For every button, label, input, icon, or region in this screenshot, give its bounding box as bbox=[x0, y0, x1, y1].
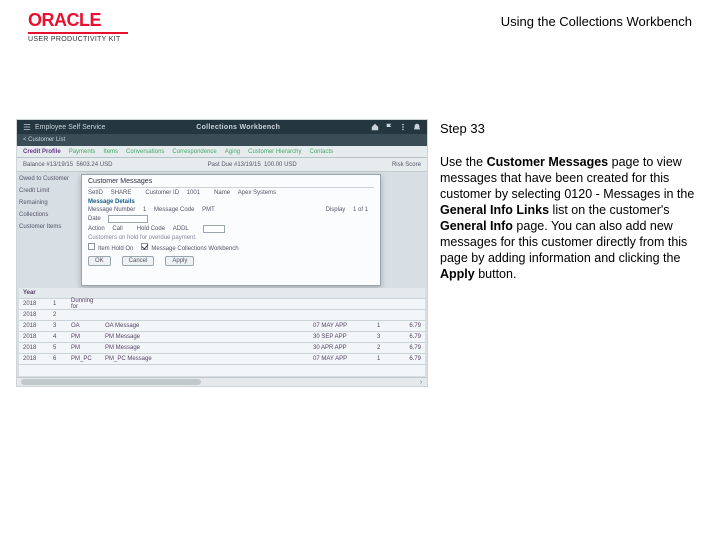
pastdue-label: Past Due #13/19/15 bbox=[208, 162, 261, 168]
app-topbar: Employee Self Service Collections Workbe… bbox=[17, 120, 427, 134]
oracle-bar bbox=[28, 32, 128, 34]
scroll-thumb bbox=[21, 379, 201, 385]
desc-bold: General Info Links bbox=[440, 203, 549, 217]
apply-button: Apply bbox=[165, 256, 194, 266]
msgcode-value: PMT bbox=[202, 207, 215, 213]
display-value: 1 of 1 bbox=[353, 207, 368, 213]
item-hold-checkbox bbox=[88, 243, 95, 250]
custname-label: Name bbox=[214, 190, 230, 196]
tab-correspondence: Correspondence bbox=[172, 149, 216, 155]
pastdue-value: 100.00 USD bbox=[264, 162, 297, 168]
table-row: 20185PMPM Message30 APR APP26.79 bbox=[19, 343, 425, 354]
desc-text: list on the customer's bbox=[549, 203, 670, 217]
oracle-logo: ORACLE bbox=[28, 10, 128, 31]
hold-hint: Customers on hold for overdue payment. bbox=[88, 235, 197, 241]
cust-label: Customer Items bbox=[19, 224, 79, 230]
msgno-value: 1 bbox=[143, 207, 146, 213]
topbar-left-label: Employee Self Service bbox=[35, 124, 105, 131]
step-label: Step 33 bbox=[440, 121, 700, 136]
cancel-button: Cancel bbox=[122, 256, 155, 266]
balance-label: Balance #13/19/15 bbox=[23, 162, 73, 168]
summary-band: Balance #13/19/15 5603.24 USD Past Due #… bbox=[17, 158, 427, 172]
extra-input bbox=[203, 225, 225, 233]
app-screenshot: Employee Self Service Collections Workbe… bbox=[16, 119, 428, 387]
remain-label: Remaining bbox=[19, 200, 79, 206]
custname-value: Apex Systems bbox=[238, 190, 276, 196]
step-description: Use the Customer Messages page to view m… bbox=[440, 154, 700, 282]
desc-bold: Apply bbox=[440, 267, 475, 281]
items-table: Year 20181Dunning for 20182 20183OAOA Me… bbox=[19, 288, 425, 376]
scroll-right-icon: › bbox=[415, 378, 427, 387]
flag-icon bbox=[385, 123, 393, 131]
col-year: Year bbox=[23, 290, 49, 296]
tab-credit: Credit Profile bbox=[23, 149, 61, 155]
table-row: 20182 bbox=[19, 310, 425, 321]
msgcode-label: Message Code bbox=[154, 207, 194, 213]
instruction-column: Step 33 Use the Customer Messages page t… bbox=[440, 119, 700, 387]
desc-bold: General Info bbox=[440, 219, 513, 233]
action-label: Action bbox=[88, 226, 105, 232]
action-value: Call bbox=[112, 226, 122, 232]
horizontal-scrollbar: ‹ › bbox=[17, 377, 427, 386]
tab-strip: Credit Profile Payments Items Conversati… bbox=[17, 146, 427, 158]
tab-contacts: Contacts bbox=[310, 149, 334, 155]
tab-conversations: Conversations bbox=[126, 149, 164, 155]
message-details-heading: Message Details bbox=[88, 199, 374, 205]
balance-value: 5603.24 USD bbox=[76, 162, 112, 168]
desc-bold: Customer Messages bbox=[487, 155, 609, 169]
dots-icon bbox=[399, 123, 407, 131]
custid-label: Customer ID bbox=[145, 190, 179, 196]
chk1-label: Item Hold On bbox=[98, 246, 133, 252]
coll-label: Collections bbox=[19, 212, 79, 218]
topbar-title: Collections Workbench bbox=[196, 124, 280, 131]
document-title: Using the Collections Workbench bbox=[501, 10, 692, 29]
msgno-label: Message Number bbox=[88, 207, 135, 213]
brand-block: ORACLE USER PRODUCTIVITY KIT bbox=[28, 10, 128, 43]
owed-label: Owed to Customer bbox=[19, 176, 79, 182]
workbench-checkbox bbox=[141, 243, 148, 250]
page-header: ORACLE USER PRODUCTIVITY KIT Using the C… bbox=[0, 0, 720, 49]
display-label: Display bbox=[326, 207, 346, 213]
date-label: Date bbox=[88, 216, 101, 222]
customer-messages-modal: Customer Messages SetID SHARE Customer I… bbox=[81, 174, 381, 286]
credit-label: Credit Limit bbox=[19, 188, 79, 194]
product-line: USER PRODUCTIVITY KIT bbox=[28, 36, 128, 43]
table-row: 20186PM_PCPM_PC Message07 MAY APP16.79 bbox=[19, 354, 425, 365]
table-row: 20181Dunning for bbox=[19, 299, 425, 310]
desc-text: button. bbox=[475, 267, 517, 281]
table-row: 20184PMPM Message30 SEP APP36.79 bbox=[19, 332, 425, 343]
home-icon bbox=[371, 123, 379, 131]
breadcrumb: < Customer List bbox=[17, 134, 427, 146]
chk2-label: Message Collections Workbench bbox=[151, 246, 238, 252]
left-summary: Owed to Customer Credit Limit Remaining … bbox=[19, 176, 79, 236]
date-input bbox=[108, 215, 148, 223]
tab-hierarchy: Customer Hierarchy bbox=[248, 149, 301, 155]
bell-icon bbox=[413, 123, 421, 131]
table-row: 20183OAOA Message07 MAY APP16.79 bbox=[19, 321, 425, 332]
hold-label: Hold Code bbox=[137, 226, 165, 232]
hold-value: ADDL bbox=[173, 226, 189, 232]
menu-icon bbox=[23, 123, 31, 131]
ok-button: OK bbox=[88, 256, 111, 266]
modal-title: Customer Messages bbox=[88, 178, 374, 188]
tab-payments: Payments bbox=[69, 149, 96, 155]
tab-aging: Aging bbox=[225, 149, 240, 155]
tab-items: Items bbox=[103, 149, 118, 155]
risk-label: Risk Score bbox=[392, 162, 421, 168]
custid-value: 1001 bbox=[187, 190, 200, 196]
setid-label: SetID bbox=[88, 190, 103, 196]
content-area: Employee Self Service Collections Workbe… bbox=[0, 49, 720, 387]
setid-value: SHARE bbox=[111, 190, 132, 196]
desc-text: Use the bbox=[440, 155, 487, 169]
